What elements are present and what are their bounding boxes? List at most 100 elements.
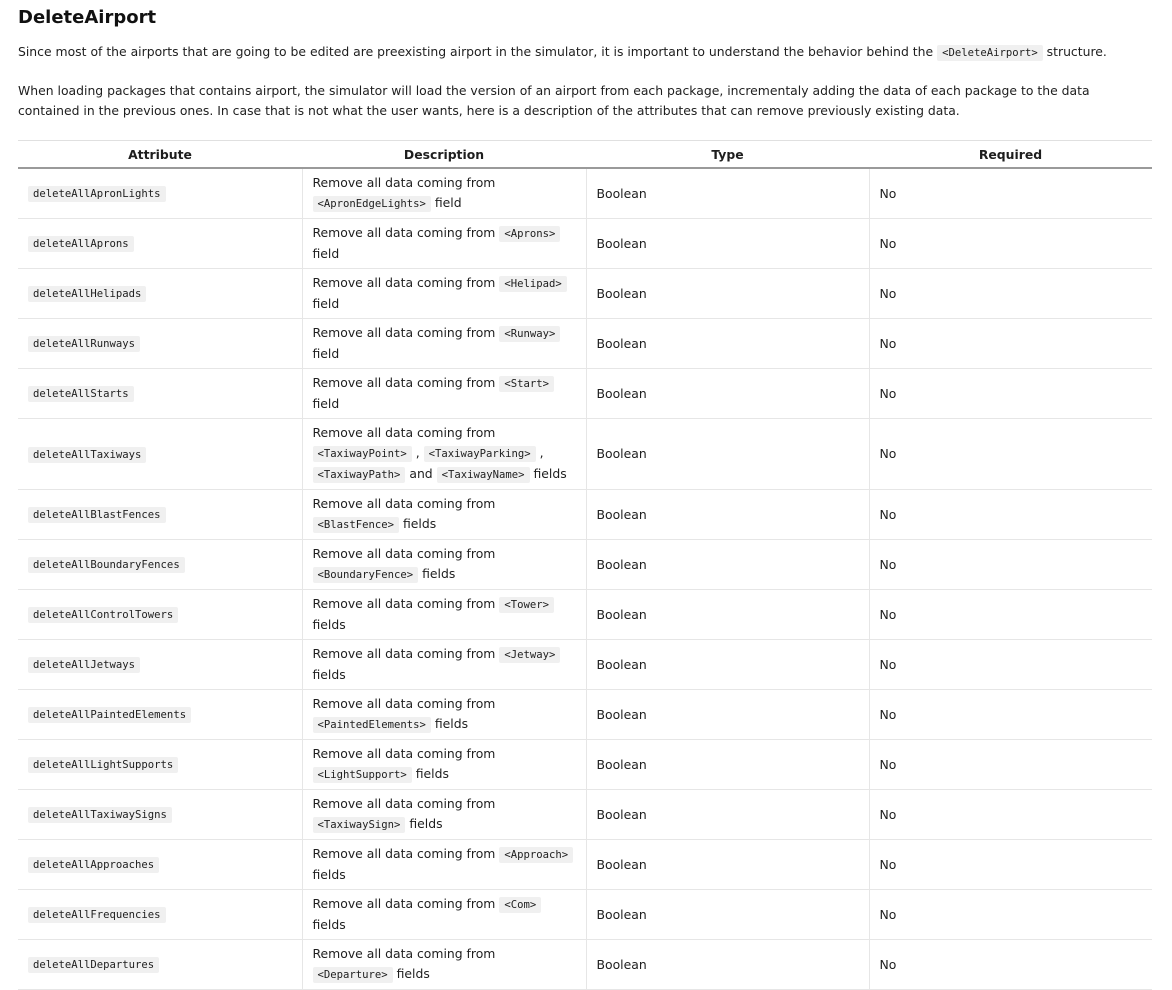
description-text: field	[312, 396, 340, 411]
table-row: deleteAllTaxiwaySigns Remove all data com…	[18, 789, 1152, 840]
attribute-cell: deleteAllHelipads	[18, 268, 303, 319]
attribute-name: deleteAllAprons	[28, 236, 134, 252]
required-cell: No	[869, 489, 1152, 540]
description-text: Remove all data coming from	[312, 375, 500, 390]
field-code: <Aprons>	[499, 226, 561, 242]
description-text: Remove all data coming from	[312, 596, 500, 611]
description-text: ,	[535, 445, 544, 460]
attribute-cell: deleteAllTaxiways	[18, 418, 303, 490]
attribute-cell: deleteAllPaintedElements	[18, 689, 303, 740]
field-code: <ApronEdgeLights>	[312, 196, 431, 212]
field-code: <BoundaryFence>	[312, 567, 419, 583]
attribute-name: deleteAllTaxiwaySigns	[28, 807, 172, 823]
description-text: Remove all data coming from	[312, 546, 496, 561]
description-text: fields	[430, 716, 469, 731]
table-row: deleteAllJetways Remove all data coming f…	[18, 639, 1152, 690]
type-cell: Boolean	[586, 489, 870, 540]
attribute-cell: deleteAllTaxiwaySigns	[18, 789, 303, 840]
required-cell: No	[869, 889, 1152, 940]
description-text: and	[405, 466, 437, 481]
description-text: fields	[405, 816, 443, 831]
description-cell: Remove all data coming from <Aprons> fie…	[302, 218, 587, 269]
attribute-name: deleteAllApronLights	[28, 186, 166, 202]
field-code: <PaintedElements>	[312, 717, 431, 733]
attribute-name: deleteAllBoundaryFences	[28, 557, 185, 573]
type-cell: Boolean	[586, 368, 870, 419]
field-code: <Com>	[499, 897, 542, 913]
required-cell: No	[869, 739, 1152, 790]
attribute-cell: deleteAllStarts	[18, 368, 303, 419]
attribute-name: deleteAllRunways	[28, 336, 141, 352]
table-row: deleteAllAprons Remove all data coming fr…	[18, 218, 1152, 269]
field-code: <Runway>	[499, 326, 561, 342]
field-code: <TaxiwayPath>	[312, 467, 406, 483]
attribute-name: deleteAllJetways	[28, 657, 141, 673]
attribute-cell: deleteAllJetways	[18, 639, 303, 690]
description-text: ,	[411, 445, 424, 460]
attribute-name: deleteAllLightSupports	[28, 757, 179, 773]
field-code: <Start>	[499, 376, 554, 392]
table-row: deleteAllDepartures Remove all data comin…	[18, 939, 1152, 990]
attribute-cell: deleteAllApronLights	[18, 168, 303, 219]
description-text: fields	[312, 667, 346, 682]
table-row: deleteAllBoundaryFences Remove all data c…	[18, 539, 1152, 590]
description-text: Remove all data coming from	[312, 175, 496, 190]
type-cell: Boolean	[586, 589, 870, 640]
field-code: <BlastFence>	[312, 517, 400, 533]
attribute-cell: deleteAllDepartures	[18, 939, 303, 990]
description-cell: Remove all data coming from <Tower> fiel…	[302, 589, 587, 640]
header-required: Required	[869, 140, 1152, 169]
type-cell: Boolean	[586, 539, 870, 590]
required-cell: No	[869, 689, 1152, 740]
description-cell: Remove all data coming from <PaintedElem…	[302, 689, 587, 740]
description-cell: Remove all data coming from <BlastFence>…	[302, 489, 587, 540]
description-cell: Remove all data coming from <Start> fiel…	[302, 368, 587, 419]
table-row: deleteAllStarts Remove all data coming fr…	[18, 368, 1152, 419]
table-row: deleteAllBlastFences Remove all data comi…	[18, 489, 1152, 540]
table-header-row: Attribute Description Type Required	[18, 140, 1152, 169]
attribute-cell: deleteAllRunways	[18, 318, 303, 369]
description-text: Remove all data coming from	[312, 796, 496, 811]
description-text: Remove all data coming from	[312, 496, 496, 511]
type-cell: Boolean	[586, 268, 870, 319]
type-cell: Boolean	[586, 318, 870, 369]
attribute-cell: deleteAllAprons	[18, 218, 303, 269]
description-cell: Remove all data coming from <Jetway> fie…	[302, 639, 587, 690]
required-cell: No	[869, 318, 1152, 369]
description-text: Remove all data coming from	[312, 325, 500, 340]
description-text: Remove all data coming from	[312, 946, 496, 961]
field-code: <Approach>	[499, 847, 574, 863]
required-cell: No	[869, 418, 1152, 490]
intro-paragraph: Since most of the airports that are goin…	[18, 42, 1154, 63]
table-row: deleteAllHelipads Remove all data coming …	[18, 268, 1152, 319]
description-cell: Remove all data coming from <BoundaryFen…	[302, 539, 587, 590]
attribute-cell: deleteAllLightSupports	[18, 739, 303, 790]
attribute-cell: deleteAllFrequencies	[18, 889, 303, 940]
attributes-table: Attribute Description Type Required dele…	[18, 140, 1152, 990]
description-text: fields	[312, 617, 346, 632]
description-text: fields	[529, 466, 567, 481]
description-cell: Remove all data coming from <Runway> fie…	[302, 318, 587, 369]
table-row: deleteAllFrequencies Remove all data comi…	[18, 889, 1152, 940]
header-description: Description	[302, 140, 586, 169]
field-code: <TaxiwayPoint>	[312, 446, 412, 462]
type-cell: Boolean	[586, 639, 870, 690]
type-cell: Boolean	[586, 218, 870, 269]
header-attribute: Attribute	[18, 140, 302, 169]
required-cell: No	[869, 168, 1152, 219]
description-text: Remove all data coming from	[312, 746, 496, 761]
description-text: Remove all data coming from	[312, 275, 500, 290]
required-cell: No	[869, 639, 1152, 690]
required-cell: No	[869, 218, 1152, 269]
description-paragraph: When loading packages that contains airp…	[18, 83, 1090, 118]
description-cell: Remove all data coming from <LightSuppor…	[302, 739, 587, 790]
attribute-name: deleteAllFrequencies	[28, 907, 166, 923]
attribute-name: deleteAllStarts	[28, 386, 134, 402]
attribute-cell: deleteAllApproaches	[18, 839, 303, 890]
type-cell: Boolean	[586, 889, 870, 940]
description-text: Remove all data coming from	[312, 846, 500, 861]
description-text: field	[312, 346, 340, 361]
attribute-cell: deleteAllBlastFences	[18, 489, 303, 540]
description-cell: Remove all data coming from <TaxiwayPoin…	[302, 418, 587, 490]
intro-text: Since most of the airports that are goin…	[18, 44, 938, 59]
